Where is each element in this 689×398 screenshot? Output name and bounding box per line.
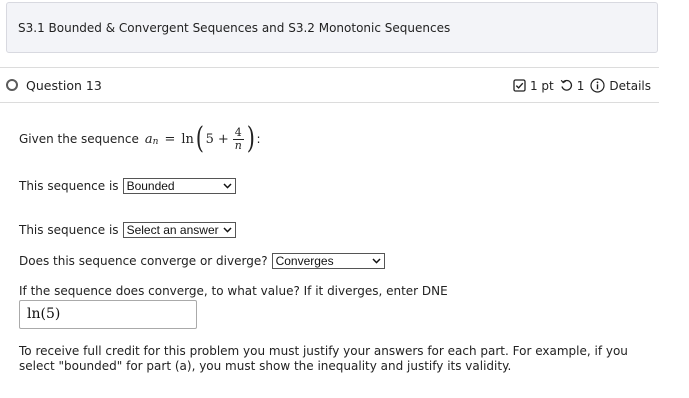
bounded-select[interactable]: Bounded xyxy=(122,178,236,194)
fraction-denominator: n xyxy=(234,138,242,152)
info-icon[interactable] xyxy=(590,78,605,93)
fraction-numerator: 4 xyxy=(232,125,244,140)
question-header: Question 13 1 pt 1 Details xyxy=(0,67,659,103)
chevron-down-icon xyxy=(223,183,232,189)
justification-note: To receive full credit for this problem … xyxy=(19,344,628,373)
checkbox-icon xyxy=(513,79,526,92)
q1-label: This sequence is xyxy=(19,179,119,193)
retry-icon xyxy=(560,79,573,92)
q2-label: This sequence is xyxy=(19,223,119,237)
q3-line: Does this sequence converge or diverge? … xyxy=(19,253,385,269)
sequence-formula: an = ln ( 5 + 4 n ) xyxy=(145,124,257,154)
q1-line: This sequence is Bounded xyxy=(19,178,236,194)
given-prefix: Given the sequence xyxy=(19,132,139,146)
bounded-select-value: Bounded xyxy=(126,179,175,193)
formula-fn: ln xyxy=(181,131,194,147)
formula-fraction: 4 n xyxy=(232,125,244,152)
chevron-down-icon xyxy=(372,258,381,264)
q4-label: If the sequence does converge, to what v… xyxy=(19,284,448,298)
right-paren: ) xyxy=(246,121,255,156)
converge-select-value: Converges xyxy=(275,254,334,268)
details-link[interactable]: Details xyxy=(609,79,651,93)
formula-eq: = xyxy=(164,131,176,147)
formula-sub: n xyxy=(152,137,159,147)
left-paren: ( xyxy=(195,121,204,156)
assignment-title: S3.1 Bounded & Convergent Sequences and … xyxy=(6,2,658,53)
formula-var: a xyxy=(144,131,153,147)
question-title: Question 13 xyxy=(26,78,102,93)
monotonic-select-value: Select an answer xyxy=(126,223,219,237)
q2-line: This sequence is Select an answer xyxy=(19,222,236,238)
q4-line: If the sequence does converge, to what v… xyxy=(19,284,448,298)
limit-answer-input[interactable]: ln(5) xyxy=(19,300,197,329)
points-label: 1 pt xyxy=(529,78,554,93)
converge-select[interactable]: Converges xyxy=(271,253,385,269)
given-suffix: : xyxy=(256,132,261,146)
q3-label: Does this sequence converge or diverge? xyxy=(19,254,268,268)
question-status-icon xyxy=(6,79,18,91)
chevron-down-icon xyxy=(223,227,232,233)
formula-plus: + xyxy=(217,131,229,147)
attempts-count: 1 xyxy=(576,78,585,93)
given-line: Given the sequence an = ln ( 5 + 4 n ) : xyxy=(19,124,261,154)
formula-five: 5 xyxy=(205,131,214,147)
monotonic-select[interactable]: Select an answer xyxy=(122,222,236,238)
question-meta: 1 pt 1 Details xyxy=(513,78,651,93)
